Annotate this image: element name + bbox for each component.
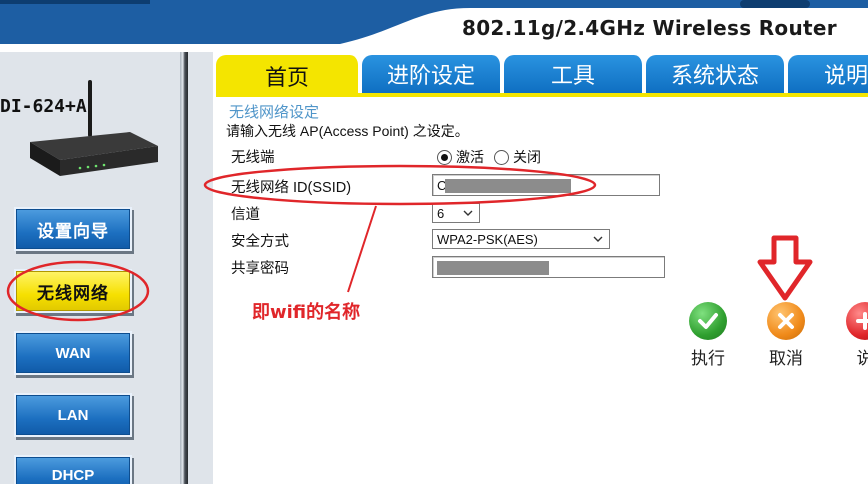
sidebar-item-lan[interactable]: LAN: [14, 393, 132, 437]
section-title: 无线网络设定: [229, 103, 320, 121]
section-description: 请输入无线 AP(Access Point) 之设定。: [226, 123, 469, 139]
apply-label: 执行: [691, 349, 725, 369]
wireless-enable-radio[interactable]: [437, 149, 452, 165]
sidebar-item-label: 设置向导: [37, 221, 109, 242]
ssid-label: 无线网络 ID(SSID): [231, 180, 352, 196]
apply-button[interactable]: 执行: [689, 302, 727, 369]
wireless-radio-group: 激活 关闭: [437, 147, 547, 167]
ssid-input[interactable]: C: [432, 174, 660, 196]
sidebar-item-label: 无线网络: [37, 283, 109, 304]
wireless-label: 无线端: [231, 150, 275, 166]
channel-label: 信道: [231, 207, 260, 223]
tab-label: 工具: [550, 64, 595, 89]
passphrase-label: 共享密码: [231, 261, 289, 277]
help-label: 说: [856, 349, 868, 369]
sidebar-item-label: LAN: [57, 406, 89, 424]
check-icon: [689, 302, 727, 340]
sidebar-item-dhcp[interactable]: DHCP: [14, 455, 132, 484]
tab-tools[interactable]: 工具: [504, 55, 644, 93]
down-arrow-icon: [757, 235, 813, 301]
chevron-down-icon: [593, 236, 603, 242]
tab-status[interactable]: 系统状态: [646, 55, 786, 93]
security-select[interactable]: WPA2-PSK(AES): [432, 229, 610, 249]
wireless-enable-label: 激活: [456, 150, 484, 166]
channel-select[interactable]: 6: [432, 203, 480, 223]
security-label: 安全方式: [231, 234, 289, 250]
sidebar-item-wan[interactable]: WAN: [14, 331, 132, 375]
passphrase-redaction: [437, 261, 549, 275]
wireless-disable-radio[interactable]: [494, 149, 509, 165]
plus-icon: [846, 302, 868, 340]
sidebar-divider: [180, 52, 188, 484]
content-gutter: [188, 52, 213, 484]
annotation-pointer-line: [347, 205, 377, 293]
cancel-button[interactable]: 取消: [767, 302, 805, 369]
sidebar-item-wireless[interactable]: 无线网络: [14, 269, 132, 313]
sidebar-item-setup-wizard[interactable]: 设置向导: [14, 207, 132, 251]
x-icon: [767, 302, 805, 340]
help-button[interactable]: 说: [846, 302, 868, 369]
sidebar-item-label: DHCP: [51, 466, 95, 484]
model-label: DI-624+A: [0, 96, 87, 117]
cancel-label: 取消: [769, 349, 803, 369]
sidebar-item-label: WAN: [55, 344, 91, 362]
wireless-disable-label: 关闭: [513, 150, 541, 166]
tab-advanced[interactable]: 进阶设定: [362, 55, 502, 93]
tab-home[interactable]: 首页: [216, 55, 360, 97]
channel-value: 6: [437, 205, 445, 221]
tab-underline: [216, 93, 868, 97]
tab-label: 首页: [264, 66, 309, 91]
chevron-down-icon: [463, 210, 473, 216]
tab-help[interactable]: 说明: [788, 55, 868, 93]
tab-label: 进阶设定: [386, 64, 475, 89]
tab-label: 系统状态: [670, 64, 759, 89]
passphrase-input[interactable]: [432, 256, 665, 278]
router-title: 802.11g/2.4GHz Wireless Router: [462, 16, 837, 40]
top-tabs: 首页 进阶设定 工具 系统状态 说明: [216, 55, 868, 97]
ssid-redaction: [445, 179, 571, 193]
tab-label: 说明: [824, 64, 868, 89]
annotation-text: 即wifi的名称: [252, 302, 361, 323]
security-value: WPA2-PSK(AES): [437, 231, 538, 247]
